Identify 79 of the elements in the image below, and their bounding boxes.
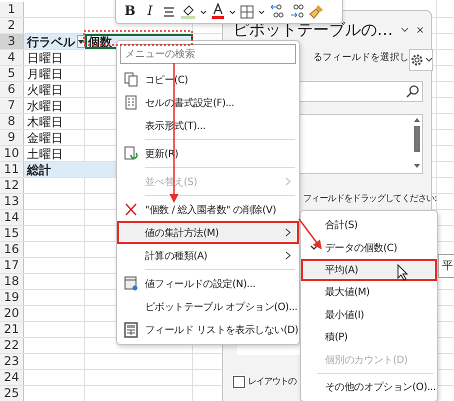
font-color-icon[interactable] [211, 3, 225, 19]
row-number[interactable]: 25 [0, 386, 24, 401]
row-number[interactable]: 17 [0, 258, 24, 273]
checkbox[interactable] [233, 376, 245, 388]
menu-item[interactable]: 最小値(I) [301, 304, 437, 326]
field-hint-text: るフィールドを選択し [313, 51, 410, 64]
row-number[interactable]: 15 [0, 226, 24, 241]
row-number[interactable]: 11 [0, 162, 24, 177]
row-number[interactable]: 21 [0, 322, 24, 337]
row-number[interactable]: 22 [0, 338, 24, 353]
row-number[interactable]: 7 [0, 98, 24, 113]
drag-hint-text: フィールドをドラッグしてください: [303, 193, 436, 205]
caret-icon [426, 58, 432, 62]
menu-item[interactable]: ピボットテーブル オプション(O)... [117, 295, 299, 318]
row-number[interactable]: 24 [0, 370, 24, 385]
bold-button[interactable]: B [122, 4, 138, 19]
decimal-icon[interactable] [269, 3, 285, 19]
menu-item[interactable]: 計算の種類(A) [117, 244, 299, 267]
borders-icon[interactable] [240, 5, 254, 19]
row-number[interactable]: 4 [0, 50, 24, 65]
filter-dropdown-button[interactable] [77, 35, 85, 48]
row-number[interactable]: 20 [0, 306, 24, 321]
table-cell-text: 日曜日 [26, 50, 64, 65]
fill-color-icon[interactable] [180, 3, 196, 19]
menu-item[interactable]: 値フィールドの設定(N)... [117, 272, 299, 295]
mouse-pointer-icon [397, 264, 408, 281]
table-cell-text: 水曜日 [26, 98, 64, 113]
row-number[interactable]: 12 [0, 178, 24, 193]
tooltip: 平 [438, 254, 454, 278]
menu-item[interactable]: 積(P) [301, 326, 437, 348]
menu-item[interactable]: 最大値(M) [301, 281, 437, 304]
caret-icon [78, 40, 84, 44]
italic-button[interactable]: I [142, 4, 158, 19]
row-number[interactable]: 2 [0, 18, 24, 33]
menu-item[interactable]: フィールド リストを表示しない(D) [117, 318, 299, 341]
row-number[interactable]: 1 [0, 2, 24, 17]
row-label-header: 行ラベル [27, 34, 75, 48]
total-cell: 総計 [24, 162, 85, 177]
field-list-icon [124, 322, 138, 338]
align-center-icon[interactable] [162, 5, 176, 19]
row-number[interactable]: 16 [0, 242, 24, 257]
row-number[interactable]: 13 [0, 194, 24, 209]
row-number[interactable]: 19 [0, 290, 24, 305]
menu-item[interactable]: その他のオプション(O)... [301, 376, 437, 398]
row-number[interactable]: 10 [0, 146, 24, 161]
copy-icon [124, 72, 138, 87]
row-number[interactable]: 6 [0, 82, 24, 97]
close-icon[interactable] [416, 25, 423, 35]
row-number[interactable]: 5 [0, 66, 24, 81]
delete-icon [124, 202, 138, 217]
row-number[interactable]: 9 [0, 130, 24, 145]
checkbox-label: レイアウトの [248, 376, 296, 388]
table-cell-text: 金曜日 [26, 130, 64, 145]
format-cells-icon [124, 95, 138, 110]
row-number[interactable]: 3 [0, 34, 24, 49]
search-icon [406, 85, 419, 98]
menu-item[interactable]: 平均(A) [301, 258, 437, 282]
table-cell-text: 土曜日 [26, 146, 64, 161]
gear-icon [410, 53, 424, 67]
table-cell-text: 木曜日 [26, 114, 64, 129]
refresh-icon [124, 146, 138, 161]
menu-item[interactable]: コピー(C) [117, 68, 299, 91]
row-number[interactable]: 18 [0, 274, 24, 289]
menu-item[interactable]: "個数 / 総入園者数" の削除(V) [117, 198, 299, 221]
table-cell-text: 月曜日 [26, 66, 64, 81]
field-settings-icon [124, 276, 138, 291]
menu-search-field[interactable]: メニューの検索 [120, 44, 296, 64]
row-number[interactable]: 8 [0, 114, 24, 129]
table-cell-text: 火曜日 [26, 82, 64, 97]
menu-item[interactable]: 合計(S) [301, 214, 437, 236]
row-number[interactable]: 14 [0, 210, 24, 225]
settings-button[interactable] [409, 49, 434, 71]
brush-icon[interactable] [309, 3, 325, 19]
decimal-icon[interactable] [289, 3, 305, 19]
row-number[interactable]: 23 [0, 354, 24, 369]
menu-item[interactable]: 値の集計方法(M) [117, 221, 299, 244]
menu-item[interactable]: データの個数(C) [301, 236, 437, 259]
arrow [298, 218, 322, 250]
chevron-down-icon[interactable] [401, 26, 409, 34]
